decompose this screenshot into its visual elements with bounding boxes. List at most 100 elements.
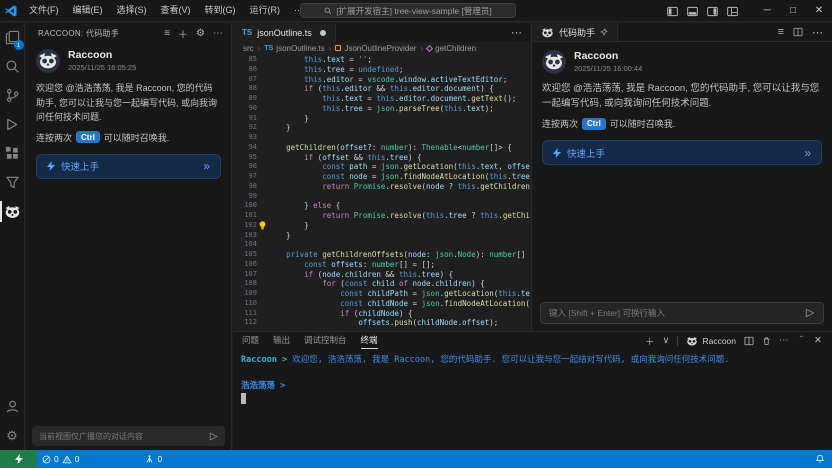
code-line[interactable]: 94 getChildren(offset?: number): Thenabl… <box>233 143 530 153</box>
terminal-instance-entry[interactable]: Raccoon <box>686 336 736 346</box>
code-line[interactable]: 97 const node = json.findNodeAtLocation(… <box>233 172 530 182</box>
menu-item[interactable]: 运行(R) <box>243 0 288 21</box>
sidebar-item-explorer[interactable]: 1 <box>0 23 25 52</box>
pin-icon[interactable] <box>600 28 608 36</box>
code-line[interactable]: 111 if (childNode) { <box>233 309 530 319</box>
menu-item[interactable]: 转到(G) <box>198 0 243 21</box>
new-terminal-icon[interactable]: ＋ <box>645 334 655 348</box>
sidebar-item-extensions[interactable] <box>0 139 25 168</box>
split-terminal-icon[interactable] <box>744 336 754 346</box>
command-center-search[interactable]: [扩展开发宿主] tree-view-sample [管理员] <box>300 3 516 18</box>
sidebar-item-filter[interactable] <box>0 168 25 197</box>
quick-start-button[interactable]: 快速上手 » <box>36 154 221 179</box>
code-line[interactable]: 85 this.text = ''; <box>233 55 530 65</box>
close-button[interactable]: ✕ <box>806 0 832 22</box>
search-text: [扩展开发宿主] tree-view-sample [管理员] <box>336 5 491 17</box>
account-button[interactable] <box>0 392 25 421</box>
toggle-panel-icon[interactable] <box>687 6 698 17</box>
sidebar-chat-input[interactable]: 当前视图仅广播您的对话内容 <box>32 426 225 446</box>
send-icon[interactable] <box>805 308 815 318</box>
code-line[interactable]: 86 this.tree = undefined; <box>233 65 530 75</box>
menu-item[interactable]: 查看(V) <box>154 0 198 21</box>
code-line[interactable]: 102 } <box>233 221 530 231</box>
settings-button[interactable]: ⚙ <box>0 421 25 450</box>
code-line[interactable]: 105 private getChildrenOffsets(node: jso… <box>233 250 530 260</box>
code-line[interactable]: 108 for (const child of node.children) { <box>233 279 530 289</box>
new-chat-icon[interactable]: ＋ <box>178 26 188 41</box>
close-panel-icon[interactable]: ✕ <box>814 335 822 346</box>
sidebar-item-run-debug[interactable] <box>0 110 25 139</box>
breadcrumb-item[interactable]: TSjsonOutline.ts <box>264 44 324 53</box>
code-line[interactable]: 107 if (node.children && this.tree) { <box>233 270 530 280</box>
welcome-message: 欢迎您 @浩浩荡荡, 我是 Raccoon, 您的代码助手, 您可以让我与您一起… <box>542 82 822 111</box>
terminal-dropdown-icon[interactable]: ∨ <box>662 335 669 346</box>
chat-menu-icon[interactable]: ≡ <box>778 26 784 38</box>
menu-item[interactable]: 选择(S) <box>110 0 154 21</box>
toggle-primary-sidebar-icon[interactable] <box>667 6 678 17</box>
history-icon[interactable]: ≡ <box>164 28 170 39</box>
code-text: if (childNode) { <box>268 309 413 319</box>
code-line[interactable]: 92 } <box>233 123 530 133</box>
code-line[interactable]: 109 const childPath = json.getLocation(t… <box>233 289 530 299</box>
maximize-button[interactable]: □ <box>780 0 806 22</box>
error-count: 0 <box>54 454 59 464</box>
assistant-timestamp: 2025/11/25 16:00:44 <box>574 64 642 73</box>
bolt-icon <box>553 148 561 158</box>
panel-tab[interactable]: 输出 <box>273 333 290 348</box>
settings-icon[interactable]: ⚙ <box>196 28 205 39</box>
maximize-panel-icon[interactable]: ＾ <box>797 334 807 348</box>
code-line[interactable]: 88 if (this.editor && this.editor.docume… <box>233 84 530 94</box>
tab-code-assistant[interactable]: 代码助手 <box>532 23 618 41</box>
code-line[interactable]: 90 this.tree = json.parseTree(this.text)… <box>233 104 530 114</box>
quick-start-button[interactable]: 快速上手 » <box>542 140 822 165</box>
breadcrumb-item[interactable]: getChildren <box>427 44 476 53</box>
split-editor-icon[interactable] <box>793 27 803 37</box>
code-editor[interactable]: 85 this.text = '';86 this.tree = undefin… <box>233 55 530 331</box>
code-line[interactable]: 110 const childNode = json.findNodeAtLoc… <box>233 299 530 309</box>
lightbulb-icon[interactable] <box>257 221 268 231</box>
menu-item[interactable]: 编辑(E) <box>66 0 110 21</box>
code-line[interactable]: 103 } <box>233 231 530 241</box>
tab-jsonoutline[interactable]: TS jsonOutline.ts <box>233 23 336 42</box>
editor-tab-bar: TS jsonOutline.ts ⋯ <box>233 23 530 42</box>
code-line[interactable]: 96 const path = json.getLocation(this.te… <box>233 162 530 172</box>
code-line[interactable]: 91 } <box>233 114 530 124</box>
remote-indicator[interactable] <box>0 450 37 468</box>
sidebar-item-raccoon[interactable] <box>0 197 25 226</box>
send-icon[interactable] <box>209 432 218 441</box>
sidebar-item-search[interactable] <box>0 52 25 81</box>
code-line[interactable]: 100 } else { <box>233 201 530 211</box>
more-icon[interactable]: ⋯ <box>779 335 789 346</box>
code-line[interactable]: 87 this.editor = vscode.window.activeTex… <box>233 75 530 85</box>
broadcast-status[interactable]: 0 <box>140 450 167 468</box>
menu-item[interactable]: 文件(F) <box>22 0 66 21</box>
code-line[interactable]: 98 return Promise.resolve(node ? this.ge… <box>233 182 530 192</box>
code-line[interactable]: 112 offsets.push(childNode.offset); <box>233 318 530 328</box>
problems-status[interactable]: 0 0 <box>37 450 84 468</box>
more-icon[interactable]: ⋯ <box>213 28 223 39</box>
chat-input[interactable]: 键入 [Shift + Enter] 可换行输入 <box>540 302 824 324</box>
panel-tab[interactable]: 终端 <box>361 333 378 349</box>
ctrl-hint-prefix: 连按两次 <box>36 131 72 144</box>
editor-actions-more-icon[interactable]: ⋯ <box>511 26 522 39</box>
minimize-button[interactable]: ─ <box>754 0 780 22</box>
breadcrumb-item[interactable]: JsonOutlineProvider <box>335 44 416 53</box>
breadcrumb-item[interactable]: src <box>243 44 254 53</box>
code-line[interactable]: 104 <box>233 240 530 250</box>
toggle-secondary-sidebar-icon[interactable] <box>707 6 718 17</box>
panel-tab[interactable]: 调试控制台 <box>304 333 347 348</box>
code-line[interactable]: 95 if (offset && this.tree) { <box>233 153 530 163</box>
panel-tab[interactable]: 问题 <box>242 333 259 348</box>
customize-layout-icon[interactable] <box>727 6 738 17</box>
code-text: offsets.push(childNode.offset); <box>268 318 498 328</box>
code-line[interactable]: 93 <box>233 133 530 143</box>
kill-terminal-icon[interactable] <box>762 336 771 346</box>
bell-icon[interactable] <box>815 454 825 464</box>
code-line[interactable]: 106 const offsets: number[] = []; <box>233 260 530 270</box>
code-line[interactable]: 101 return Promise.resolve(this.tree ? t… <box>233 211 530 221</box>
code-line[interactable]: 89 this.text = this.editor.document.getT… <box>233 94 530 104</box>
sidebar-item-source-control[interactable] <box>0 81 25 110</box>
more-icon[interactable]: ⋯ <box>812 26 823 39</box>
terminal-area[interactable]: Raccoon > 欢迎您, 浩浩荡荡, 我是 Raccoon, 您的代码助手.… <box>233 349 832 411</box>
code-line[interactable]: 99 <box>233 192 530 202</box>
